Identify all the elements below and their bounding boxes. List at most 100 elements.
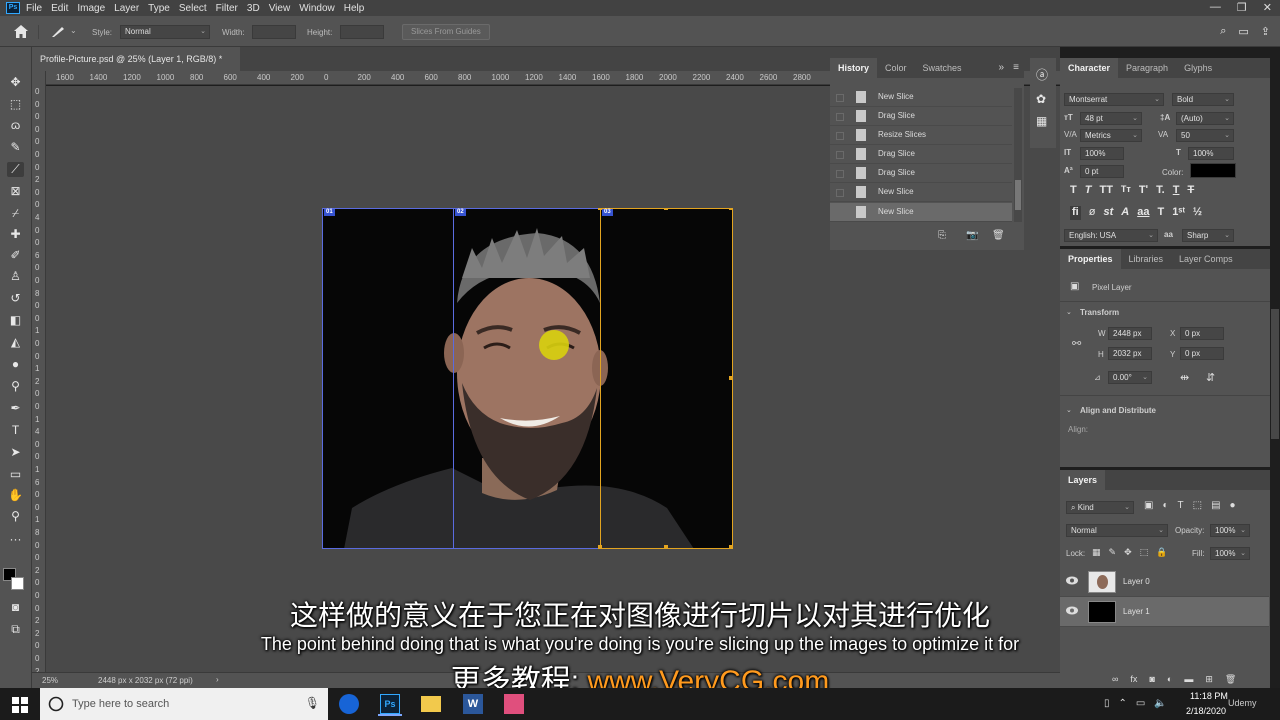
file-explorer-app-icon[interactable] [419,692,443,716]
properties-scrollbar[interactable] [1271,309,1279,439]
minimize-icon[interactable]: — [1210,1,1221,14]
layer-filter-select[interactable]: ⌕ Kind ⌄ [1066,501,1134,514]
path-select-tool-icon[interactable]: ➤ [7,445,24,460]
chevron-down-icon[interactable]: ⌄ [1066,406,1072,414]
slice-badge-2[interactable]: 02 [455,209,466,216]
slice-handle[interactable] [729,545,733,549]
font-style-select[interactable]: Bold ⌄ [1172,93,1234,106]
slice-divider-2[interactable] [600,208,601,549]
marquee-tool-icon[interactable]: ⬚ [7,97,24,112]
layer-row[interactable]: Layer 0 [1060,567,1269,597]
workspace-icon[interactable]: ▭ [1238,25,1248,38]
snapshot-icon[interactable]: 📷 [966,230,978,241]
angle-field[interactable]: 0.00° ⌄ [1108,371,1152,384]
discretionary-ligatures-icon[interactable]: ø [1089,206,1096,220]
language-select[interactable]: English: USA ⌄ [1064,229,1158,242]
fill-field[interactable]: 100% ⌄ [1210,547,1250,560]
height-input[interactable] [340,25,384,39]
history-item[interactable]: New Slice [830,183,1012,202]
media-app-icon[interactable] [502,692,526,716]
menu-image[interactable]: Image [77,3,105,14]
type-tool-icon[interactable]: T [7,423,24,438]
tab-glyphs[interactable]: Glyphs [1176,58,1220,78]
document-image[interactable]: 01 02 03 [322,208,733,549]
battery-icon[interactable]: ▯ [1104,698,1110,709]
superscript-ordinal-icon[interactable]: 1ˢᵗ [1172,206,1185,220]
chevron-down-icon[interactable]: ⌄ [70,26,77,35]
filter-type-icon[interactable]: T [1178,500,1184,511]
blend-mode-select[interactable]: Normal ⌄ [1066,524,1168,537]
slice-handle[interactable] [729,376,733,380]
stamp-tool-icon[interactable]: ♙ [7,269,24,284]
taskbar-search-box[interactable]: Type here to search 🎙 [40,688,328,720]
microphone-icon[interactable]: 🎙 [305,696,320,710]
leading-field[interactable]: (Auto) ⌄ [1176,112,1234,125]
vertical-scale-field[interactable]: 100% [1080,147,1124,160]
all-caps-icon[interactable]: TT [1099,184,1112,198]
clock-date[interactable]: 2/18/2020 [1186,706,1226,716]
menu-filter[interactable]: Filter [216,3,238,14]
layer-name[interactable]: Layer 0 [1123,577,1150,586]
vertical-ruler[interactable]: 0 0 0 0 0 0 0 2 0 0 4 0 0 6 0 0 8 0 0 1 0 0 1 2 0 0 1 4 0 0 1 6 0 0 1 8 0 0 2 0… [32,71,46,672]
blur-tool-icon[interactable]: ● [7,357,24,372]
history-item[interactable]: Drag Slice [830,145,1012,164]
width-input[interactable] [252,25,296,39]
flip-horizontal-icon[interactable]: ⇹ [1180,371,1189,384]
tab-character[interactable]: Character [1060,58,1119,78]
brush-tool-icon[interactable]: ✐ [7,248,24,263]
slice-handle[interactable] [664,208,668,210]
tracking-field[interactable]: 50 ⌄ [1176,129,1234,142]
faux-italic-icon[interactable]: T [1085,184,1092,198]
search-icon[interactable]: ⌕ [1220,25,1226,38]
hand-tool-icon[interactable]: ✋ [7,488,24,503]
width-field[interactable]: 2448 px [1108,327,1152,340]
healing-tool-icon[interactable]: ✚ [7,227,24,242]
menu-select[interactable]: Select [179,3,207,14]
menu-layer[interactable]: Layer [114,3,139,14]
lock-artboard-icon[interactable]: ⬚ [1140,547,1149,558]
history-brush-tool-icon[interactable]: ↺ [7,291,24,306]
history-item[interactable]: New Slice [830,203,1012,222]
history-item[interactable]: New Slice [830,88,1012,107]
opacity-field[interactable]: 100% ⌄ [1210,524,1250,537]
fractions-icon[interactable]: ½ [1193,206,1202,220]
swash-icon[interactable]: st [1103,206,1113,220]
menu-edit[interactable]: Edit [51,3,68,14]
panel-menu-icon[interactable]: ≡ [1013,62,1019,73]
antialias-select[interactable]: Sharp ⌄ [1182,229,1234,242]
more-tools-icon[interactable]: ··· [7,532,24,547]
tab-paragraph[interactable]: Paragraph [1118,58,1176,78]
tab-color[interactable]: Color [877,58,915,78]
menu-3d[interactable]: 3D [247,3,260,14]
text-color-swatch[interactable] [1190,163,1236,178]
shape-tool-icon[interactable]: ▭ [7,467,24,482]
flip-vertical-icon[interactable]: ⇵ [1206,371,1215,384]
x-field[interactable]: 0 px [1180,327,1224,340]
tab-layers[interactable]: Layers [1060,470,1106,490]
filter-shape-icon[interactable]: ⬚ [1193,500,1202,511]
eraser-tool-icon[interactable]: ◧ [7,313,24,328]
slice-handle[interactable] [729,208,733,210]
menu-view[interactable]: View [269,3,291,14]
new-document-from-state-icon[interactable]: ⎘ [938,230,946,241]
tab-history[interactable]: History [830,58,878,78]
firefox-app-icon[interactable] [337,692,361,716]
slice-handle[interactable] [664,545,668,549]
dodge-tool-icon[interactable]: ⚲ [7,379,24,394]
frame-tool-icon[interactable]: ⊠ [7,184,24,199]
link-icon[interactable]: ⚯ [1072,337,1081,350]
quick-select-tool-icon[interactable]: ✎ [7,140,24,155]
restore-icon[interactable]: ❐ [1237,1,1247,14]
menu-window[interactable]: Window [299,3,335,14]
home-icon[interactable] [14,25,28,38]
grid-icon[interactable]: ▦ [1036,114,1047,128]
background-color-swatch[interactable] [11,577,24,590]
collapse-icon[interactable]: » [998,62,1004,73]
slice-divider-1[interactable] [453,208,454,549]
word-app-icon[interactable]: W [461,692,485,716]
history-item[interactable]: Resize Slices [830,126,1012,145]
history-item[interactable]: Drag Slice [830,164,1012,183]
filter-pixel-icon[interactable]: ▣ [1144,500,1153,511]
align-distribute-section[interactable]: Align and Distribute [1080,406,1156,415]
move-tool-icon[interactable]: ✥ [7,75,24,90]
